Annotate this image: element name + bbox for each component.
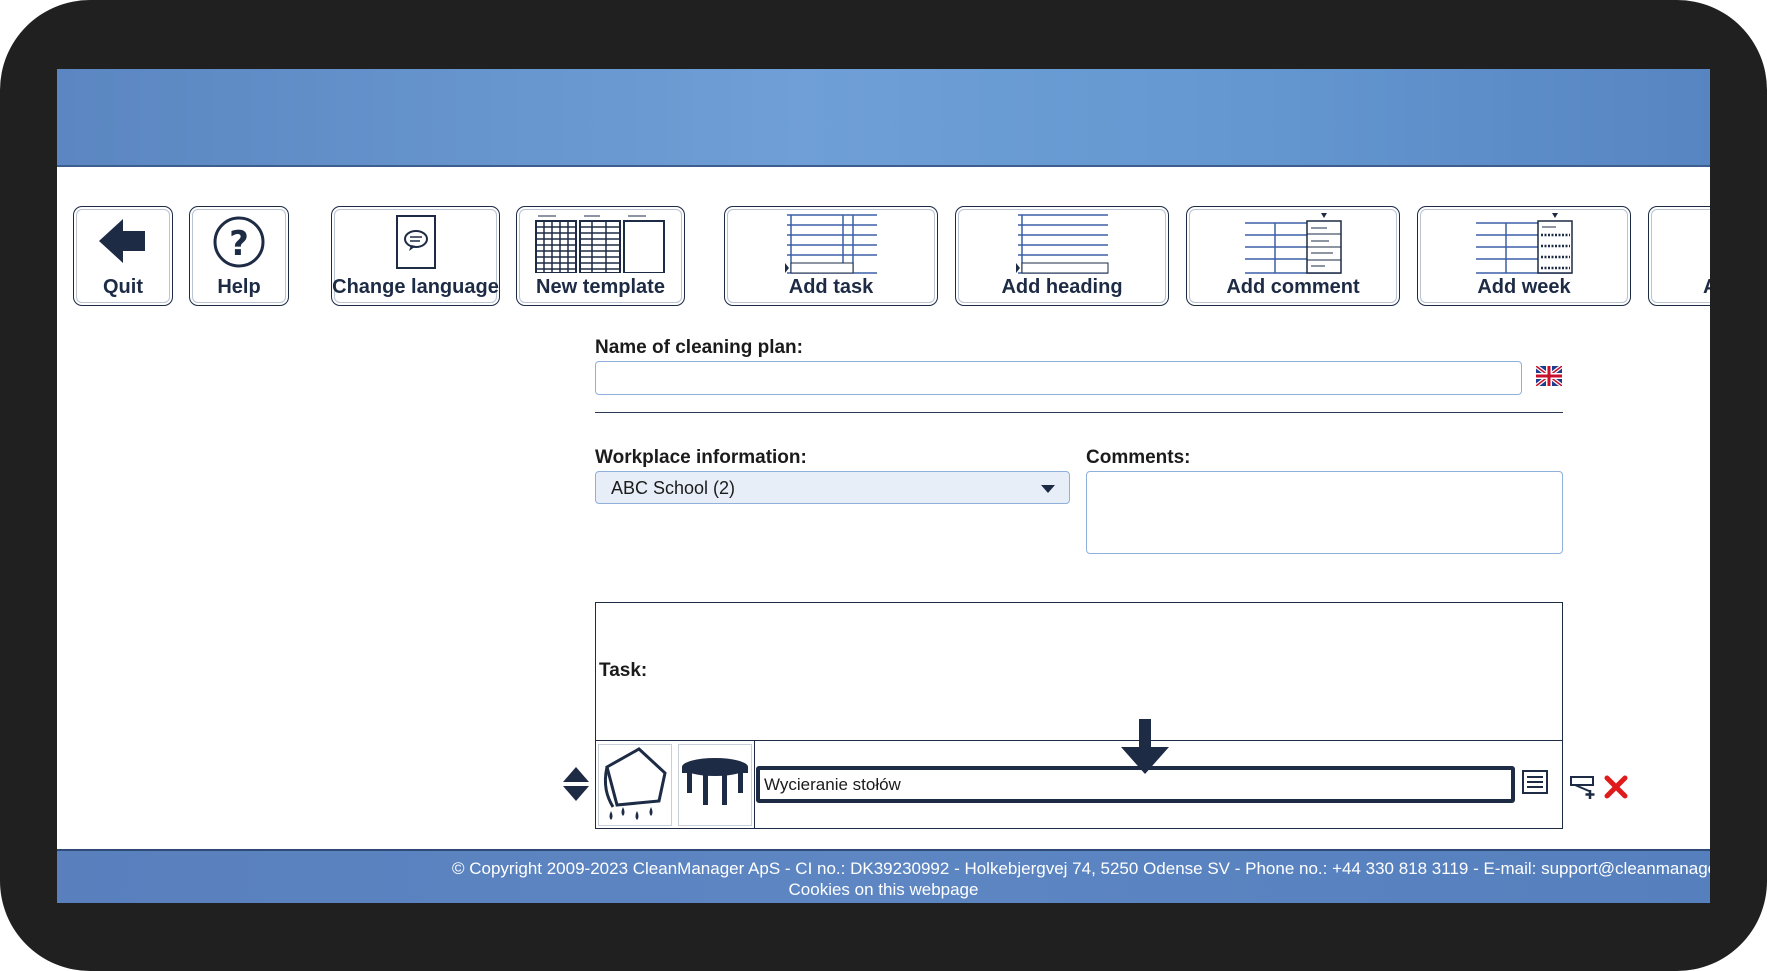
partial-toolbar-button[interactable]: A: [1648, 206, 1710, 306]
task-cell-divider: [754, 740, 755, 828]
add-comment-button[interactable]: Add comment: [1186, 206, 1400, 306]
dropdown-caret-icon: [1041, 485, 1055, 493]
question-mark-icon: ?: [211, 213, 267, 276]
task-table: Task:: [595, 602, 1563, 829]
section-divider: [595, 412, 1563, 413]
new-template-button[interactable]: New template: [516, 206, 685, 306]
app-screen: Quit ? Help Change language New template…: [57, 69, 1710, 903]
add-heading-button[interactable]: Add heading: [955, 206, 1169, 306]
quit-button[interactable]: Quit: [73, 206, 173, 306]
wet-cloth-icon[interactable]: [598, 744, 672, 826]
add-heading-label: Add heading: [1001, 276, 1123, 298]
footer-copyright: © Copyright 2009-2023 CleanManager ApS -…: [452, 859, 1710, 878]
comments-textarea[interactable]: [1086, 471, 1563, 554]
down-arrow-pointer-icon: [1120, 719, 1170, 780]
task-row-divider: [596, 740, 1562, 741]
add-week-table-icon: [1474, 213, 1574, 280]
help-label: Help: [217, 276, 261, 298]
toolbar: Quit ? Help Change language New template…: [57, 206, 1710, 310]
task-label: Task:: [599, 660, 648, 681]
svg-text:?: ?: [229, 224, 249, 264]
add-task-button[interactable]: Add task: [724, 206, 938, 306]
new-template-label: New template: [536, 276, 665, 298]
device-frame: Quit ? Help Change language New template…: [0, 0, 1767, 971]
add-comment-label: Add comment: [1226, 276, 1360, 298]
details-list-icon[interactable]: [1522, 770, 1548, 799]
workplace-selected-value: ABC School (2): [611, 478, 736, 498]
comments-label: Comments:: [1086, 447, 1191, 468]
change-language-button[interactable]: Change language: [331, 206, 500, 306]
cookies-link[interactable]: Cookies on this webpage: [57, 880, 1710, 900]
template-grid-icon: [534, 213, 668, 278]
delete-x-icon[interactable]: [1604, 775, 1628, 804]
add-row-icon[interactable]: [1570, 774, 1598, 805]
quit-label: Quit: [103, 276, 143, 298]
uk-flag-icon[interactable]: [1534, 364, 1564, 391]
partial-button-label: A: [1703, 276, 1710, 299]
back-arrow-icon: [97, 213, 149, 274]
add-task-table-icon: [783, 213, 879, 280]
add-task-label: Add task: [788, 276, 874, 298]
workplace-information-label: Workplace information:: [595, 447, 807, 468]
plan-name-input[interactable]: [595, 361, 1522, 395]
help-button[interactable]: ? Help: [189, 206, 289, 306]
add-week-button[interactable]: Add week: [1417, 206, 1631, 306]
workplace-select[interactable]: ABC School (2): [595, 471, 1070, 504]
speech-bubble-icon: [393, 213, 439, 276]
move-up-down-icon[interactable]: [562, 767, 590, 806]
change-language-label: Change language: [332, 276, 499, 298]
name-of-plan-label: Name of cleaning plan:: [595, 337, 803, 358]
footer: © Copyright 2009-2023 CleanManager ApS -…: [57, 849, 1710, 903]
header-band: [57, 69, 1710, 167]
add-heading-table-icon: [1014, 213, 1110, 280]
table-icon[interactable]: [678, 744, 752, 826]
add-week-label: Add week: [1477, 276, 1571, 298]
add-comment-table-icon: [1243, 213, 1343, 280]
